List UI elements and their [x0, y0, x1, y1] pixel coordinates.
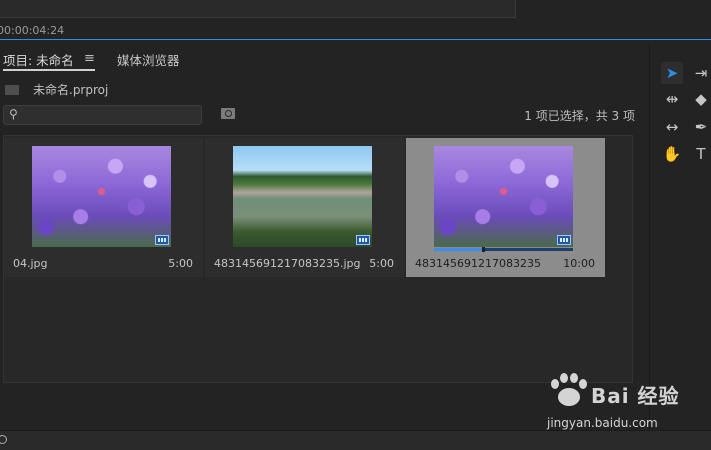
- paw-logo-icon: [549, 373, 589, 413]
- sequence-duration: 10:00: [563, 257, 595, 270]
- flower-image: [32, 146, 171, 247]
- razor-tool-icon[interactable]: ◆: [690, 88, 711, 110]
- active-tab-underline: [3, 69, 95, 71]
- tab-project-label: 项目: 未命名: [3, 53, 74, 68]
- lake-image: [233, 146, 372, 247]
- clip-thumbnail: [233, 146, 372, 247]
- type-tool-icon[interactable]: T: [690, 143, 711, 165]
- project-file-name: 未命名.prproj: [33, 83, 109, 97]
- clip-item[interactable]: 04.jpg 5:00: [4, 138, 203, 277]
- slip-tool-icon[interactable]: ↔: [661, 116, 683, 138]
- sequence-item[interactable]: 483145691217083235 10:00: [406, 138, 605, 277]
- clip-duration: 5:00: [168, 257, 193, 270]
- tab-project[interactable]: 项目: 未命名: [3, 50, 95, 71]
- project-items-grid: 04.jpg 5:00 483145691217083235.jpg 5:00 …: [3, 135, 633, 383]
- sequence-progress-bar[interactable]: [434, 247, 573, 252]
- clip-name: 483145691217083235.jpg: [214, 257, 361, 270]
- track-select-tool-icon[interactable]: ⇥: [690, 62, 711, 84]
- timeline-strip: 00:00:04:24: [0, 0, 711, 41]
- clip-item[interactable]: 483145691217083235.jpg 5:00: [205, 138, 404, 277]
- pen-tool-icon[interactable]: ✒: [690, 116, 711, 138]
- timecode-display[interactable]: 00:00:04:24: [0, 24, 64, 37]
- hand-tool-icon[interactable]: ✋: [661, 143, 683, 165]
- selection-tool-icon[interactable]: ➤: [661, 62, 683, 84]
- baidu-jingyan-watermark: Bai 经验 jingyan.baidu.com: [543, 370, 711, 432]
- ripple-edit-tool-icon[interactable]: ⇹: [661, 88, 683, 110]
- watermark-url: jingyan.baidu.com: [547, 416, 658, 430]
- sequence-icon: [557, 235, 571, 245]
- timeline-indicator-line: [0, 39, 711, 40]
- new-bin-icon[interactable]: [221, 108, 235, 119]
- search-input[interactable]: ⚲: [3, 105, 202, 125]
- search-icon: ⚲: [9, 107, 18, 121]
- clip-duration: 5:00: [369, 257, 394, 270]
- status-bar: [0, 430, 711, 450]
- still-image-icon: [356, 235, 370, 245]
- still-image-icon: [155, 235, 169, 245]
- progress-knob[interactable]: [481, 247, 485, 252]
- panel-menu-icon[interactable]: ≡: [84, 51, 95, 66]
- panel-tabs: 项目: 未命名 ≡ 媒体浏览器: [0, 43, 643, 71]
- progress-fill: [434, 248, 483, 251]
- sequence-name: 483145691217083235: [415, 257, 541, 270]
- tab-media-browser[interactable]: 媒体浏览器: [117, 50, 180, 69]
- watermark-brand: Bai 经验: [591, 384, 680, 408]
- clip-thumbnail: [32, 146, 171, 247]
- clip-name: 04.jpg: [13, 257, 48, 270]
- sequence-thumbnail: [434, 146, 573, 247]
- project-file-icon: [5, 85, 19, 95]
- status-icon: [0, 435, 7, 444]
- flower-image: [434, 146, 573, 247]
- timeline-track-area[interactable]: [0, 0, 516, 18]
- selection-count: 1 项已选择，共 3 项: [524, 109, 635, 123]
